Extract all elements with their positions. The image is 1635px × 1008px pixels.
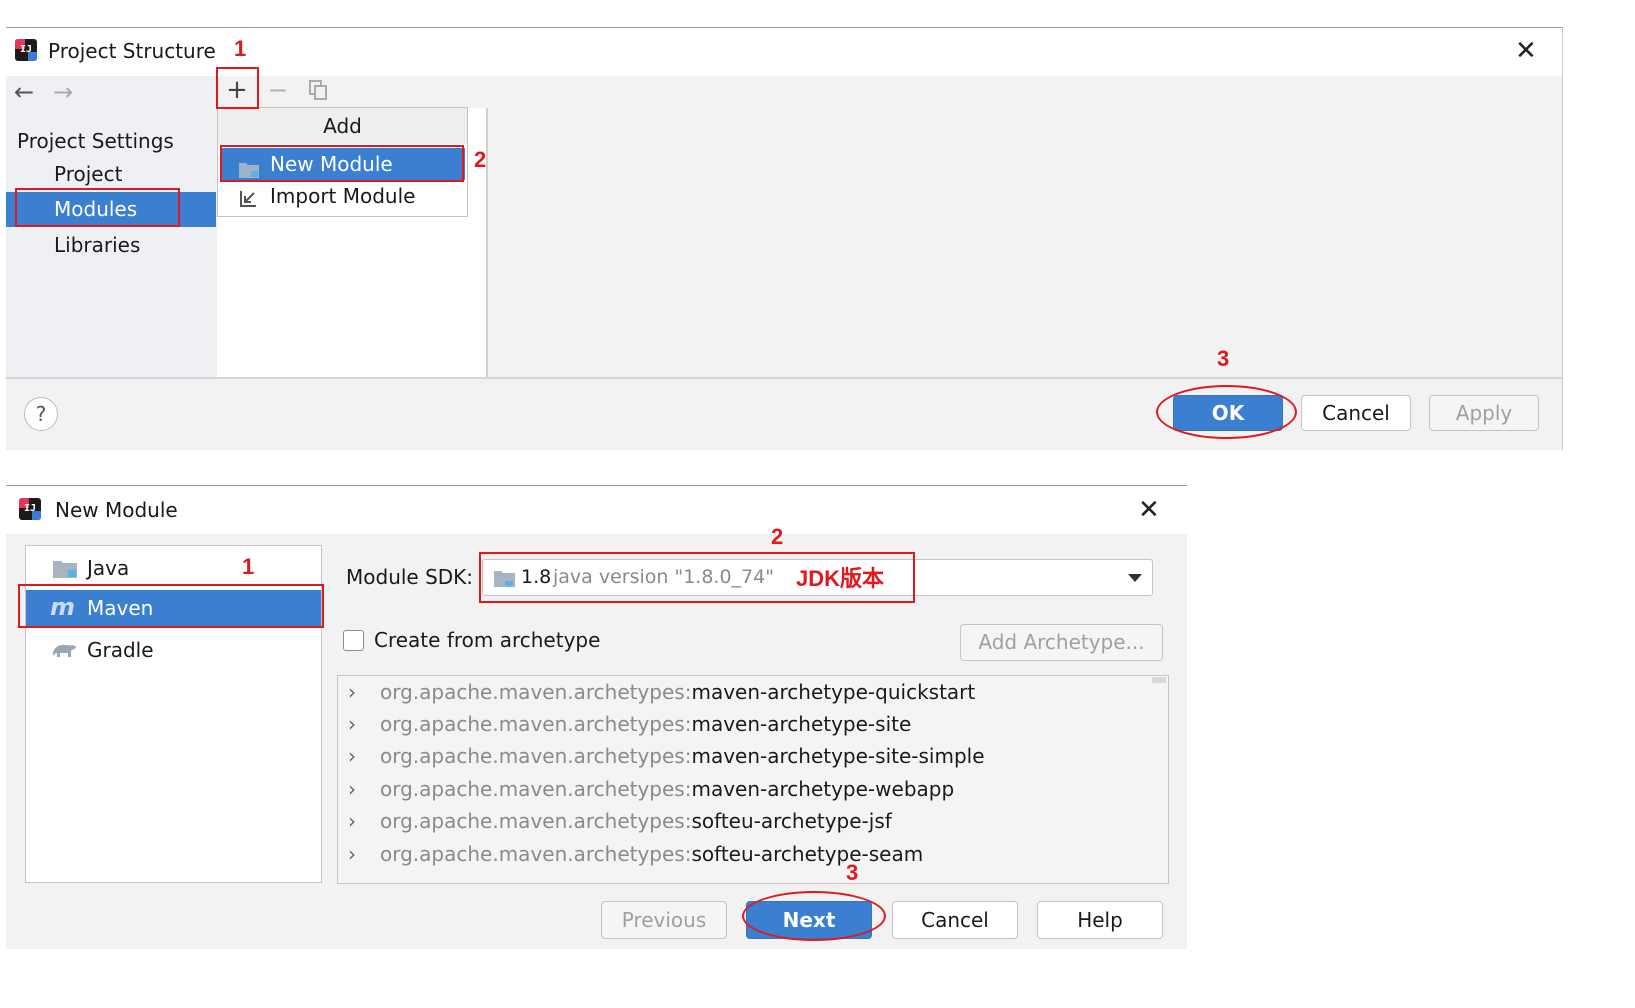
- chevron-down-icon: [1128, 574, 1142, 582]
- archetype-row[interactable]: › org.apache.maven.archetypes:softeu-arc…: [338, 838, 1168, 870]
- create-from-archetype-checkbox[interactable]: [343, 630, 364, 651]
- menu-item-import-module[interactable]: Import Module: [220, 180, 465, 212]
- annotation-step-2: 2: [771, 524, 784, 549]
- chevron-right-icon: ›: [348, 809, 356, 833]
- module-type-java[interactable]: Java: [26, 551, 321, 585]
- gradle-elephant-icon: [50, 641, 78, 663]
- copy-icon[interactable]: [309, 80, 327, 100]
- chevron-right-icon: ›: [348, 842, 356, 866]
- archetype-row[interactable]: › org.apache.maven.archetypes:maven-arch…: [338, 740, 1168, 772]
- annotation-step-3: 3: [1217, 346, 1230, 371]
- archetype-list: › org.apache.maven.archetypes:maven-arch…: [337, 675, 1169, 884]
- help-button[interactable]: Help: [1037, 901, 1163, 939]
- sidebar-item-libraries[interactable]: Libraries: [54, 228, 140, 262]
- archetype-row[interactable]: › org.apache.maven.archetypes:softeu-arc…: [338, 805, 1168, 837]
- module-type-gradle[interactable]: Gradle: [26, 633, 321, 667]
- sidebar-section-title: Project Settings: [17, 129, 174, 153]
- chevron-right-icon: ›: [348, 712, 356, 736]
- archetype-row[interactable]: › org.apache.maven.archetypes:maven-arch…: [338, 773, 1168, 805]
- annotation-box-new-module: [220, 145, 464, 182]
- annotation-oval-next: [742, 891, 886, 941]
- annotation-oval-ok: [1156, 385, 1297, 439]
- close-icon[interactable]: ✕: [1138, 497, 1160, 523]
- intellij-logo-icon: IJ: [15, 39, 37, 61]
- previous-button[interactable]: Previous: [601, 901, 727, 939]
- dialog-title: Project Structure: [48, 39, 216, 63]
- annotation-step-1: 1: [234, 36, 247, 61]
- arrow-left-icon[interactable]: ←: [14, 78, 34, 106]
- remove-button[interactable]: −: [268, 76, 288, 104]
- dialog-title: New Module: [55, 498, 178, 522]
- sidebar-item-project[interactable]: Project: [54, 157, 122, 191]
- import-arrow-icon: [238, 186, 258, 207]
- annotation-step-1: 1: [242, 554, 255, 579]
- intellij-logo-icon: IJ: [19, 498, 41, 520]
- annotation-step-3: 3: [846, 860, 859, 885]
- module-type-label: Gradle: [87, 638, 154, 662]
- folder-icon: [52, 559, 78, 583]
- arrow-right-icon[interactable]: →: [53, 78, 73, 106]
- chevron-right-icon: ›: [348, 680, 356, 704]
- annotation-step-2: 2: [474, 147, 487, 172]
- cancel-button[interactable]: Cancel: [892, 901, 1018, 939]
- chevron-right-icon: ›: [348, 777, 356, 801]
- add-popup-title: Add: [323, 114, 362, 138]
- minus-icon: −: [268, 76, 289, 104]
- archetype-row[interactable]: › org.apache.maven.archetypes:maven-arch…: [338, 676, 1168, 708]
- cancel-button[interactable]: Cancel: [1301, 395, 1411, 431]
- apply-button[interactable]: Apply: [1429, 395, 1539, 431]
- add-archetype-button[interactable]: Add Archetype...: [960, 624, 1163, 661]
- module-type-label: Java: [87, 556, 130, 580]
- bottom-divider: [6, 377, 1562, 379]
- menu-item-label: Import Module: [270, 184, 416, 208]
- chevron-right-icon: ›: [348, 744, 356, 768]
- create-from-archetype-label[interactable]: Create from archetype: [374, 626, 600, 654]
- add-popup-header: Add: [218, 108, 467, 144]
- annotation-box-add: [216, 67, 259, 109]
- annotation-box-maven: [18, 584, 324, 628]
- title-bar: [6, 486, 1187, 534]
- annotation-box-modules: [15, 188, 180, 227]
- close-icon[interactable]: ✕: [1515, 38, 1537, 64]
- annotation-jdk-note: JDK版本: [796, 566, 885, 591]
- help-button[interactable]: ?: [24, 397, 58, 431]
- question-icon: ?: [35, 402, 47, 426]
- module-sdk-label: Module SDK:: [346, 565, 474, 589]
- archetype-row[interactable]: › org.apache.maven.archetypes:maven-arch…: [338, 708, 1168, 740]
